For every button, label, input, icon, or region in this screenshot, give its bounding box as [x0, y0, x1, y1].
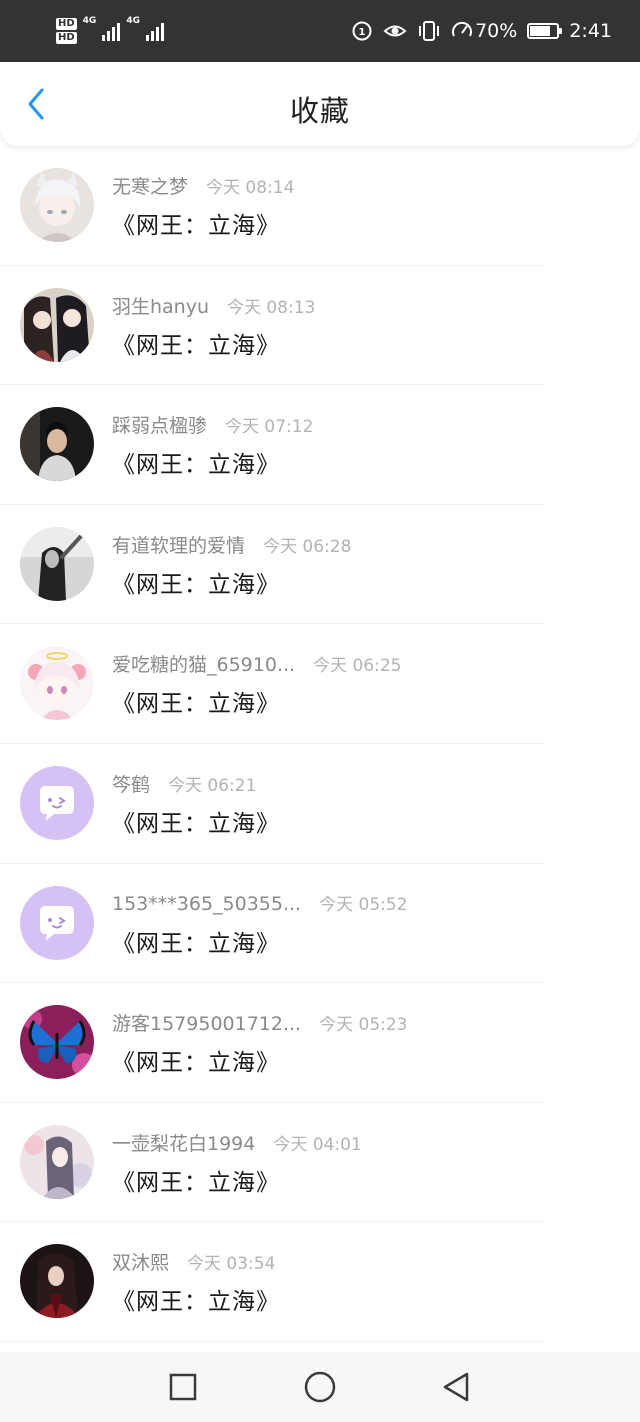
user-name[interactable]: 踩弱点楹骖 [112, 411, 207, 438]
work-title[interactable]: 《网王：立海》 [112, 1043, 280, 1077]
clock: 2:41 [569, 20, 612, 42]
avatar[interactable] [20, 287, 94, 362]
battery-icon [527, 23, 563, 39]
recents-button[interactable] [165, 1369, 201, 1405]
work-title[interactable]: 《网王：立海》 [112, 206, 280, 240]
item-meta: 羽生hanyu 今天 08:13 [112, 292, 315, 319]
list-item[interactable]: 笒鹤 今天 06:21 《网王：立海》 [0, 744, 640, 864]
divider [0, 1340, 544, 1342]
list-item[interactable]: 踩弱点楹骖 今天 07:12 《网王：立海》 [0, 385, 640, 505]
user-name[interactable]: 爱吃糖的猫_65910... [112, 650, 295, 677]
work-title[interactable]: 《网王：立海》 [112, 565, 280, 599]
hd-badge-2: HD [56, 32, 77, 44]
list-item[interactable]: 153***365_50355... 今天 05:52 《网王：立海》 [0, 864, 640, 984]
list-item[interactable]: 爱吃糖的猫_65910... 今天 06:25 《网王：立海》 [0, 624, 640, 744]
network-type-2: 4G [126, 16, 140, 26]
navigation-bar [0, 1352, 640, 1422]
work-title[interactable]: 《网王：立海》 [112, 1282, 280, 1316]
status-icons: 1 70% 2:41 [351, 12, 612, 50]
timestamp: 今天 05:52 [319, 894, 408, 915]
home-button[interactable] [302, 1369, 338, 1405]
user-name[interactable]: 游客15795001712... [112, 1009, 301, 1036]
signal-bars-icon [102, 21, 121, 41]
work-title[interactable]: 《网王：立海》 [112, 804, 280, 838]
avatar[interactable] [20, 1244, 94, 1319]
eye-icon [383, 22, 407, 40]
user-name[interactable]: 一壶梨花白1994 [112, 1129, 255, 1156]
user-name[interactable]: 双沐熙 [112, 1248, 169, 1275]
avatar[interactable] [20, 765, 94, 840]
hd-badge-1: HD [56, 18, 77, 30]
work-title[interactable]: 《网王：立海》 [112, 1163, 280, 1197]
avatar[interactable] [20, 168, 94, 242]
circle-icon [304, 1371, 336, 1403]
data-saver-icon: 1 [351, 20, 373, 42]
item-meta: 爱吃糖的猫_65910... 今天 06:25 [112, 650, 401, 677]
timestamp: 今天 04:01 [273, 1134, 362, 1155]
status-bar: HD HD 4G 4G 1 70% 2:41 [0, 0, 640, 62]
avatar[interactable] [20, 1124, 94, 1199]
list-item[interactable]: 双沐熙 今天 03:54 《网王：立海》 [0, 1222, 640, 1342]
work-title[interactable]: 《网王：立海》 [112, 924, 280, 958]
work-title[interactable]: 《网王：立海》 [112, 326, 280, 360]
avatar[interactable] [20, 885, 94, 960]
user-name[interactable]: 笒鹤 [112, 770, 150, 797]
network-type-1: 4G [82, 16, 97, 26]
vibrate-icon [417, 20, 441, 42]
list-item[interactable]: 羽生hanyu 今天 08:13 《网王：立海》 [0, 266, 640, 386]
user-name[interactable]: 153***365_50355... [112, 893, 301, 915]
work-title[interactable]: 《网王：立海》 [112, 445, 280, 479]
page-title: 收藏 [289, 94, 350, 128]
item-meta: 无寒之梦 今天 08:14 [112, 172, 294, 199]
header: 收藏 [0, 62, 640, 146]
item-meta: 踩弱点楹骖 今天 07:12 [112, 411, 313, 438]
list-item[interactable]: 无寒之梦 今天 08:14 《网王：立海》 [0, 146, 640, 266]
favorites-list: 无寒之梦 今天 08:14 《网王：立海》 羽生hanyu 今天 08:13 《… [0, 146, 640, 1342]
item-meta: 153***365_50355... 今天 05:52 [112, 890, 408, 915]
timestamp: 今天 06:21 [168, 775, 257, 796]
work-title[interactable]: 《网王：立海》 [112, 684, 280, 718]
user-name[interactable]: 有道软理的爱情 [112, 531, 245, 558]
list-item[interactable]: 游客15795001712... 今天 05:23 《网王：立海》 [0, 983, 640, 1103]
nav-back-button[interactable] [438, 1369, 474, 1405]
signal-group: HD HD 4G 4G [56, 12, 164, 50]
timestamp: 今天 06:28 [263, 536, 352, 557]
avatar[interactable] [20, 526, 94, 601]
list-item[interactable]: 有道软理的爱情 今天 06:28 《网王：立海》 [0, 505, 640, 625]
user-name[interactable]: 羽生hanyu [112, 292, 209, 319]
triangle-back-icon [443, 1372, 469, 1402]
timestamp: 今天 05:23 [319, 1015, 408, 1036]
item-meta: 笒鹤 今天 06:21 [112, 770, 256, 797]
user-name[interactable]: 无寒之梦 [112, 172, 188, 199]
svg-text:1: 1 [359, 27, 366, 38]
list-item[interactable]: 一壶梨花白1994 今天 04:01 《网王：立海》 [0, 1103, 640, 1223]
item-meta: 双沐熙 今天 03:54 [112, 1248, 275, 1275]
avatar[interactable] [20, 1005, 94, 1080]
hd-indicators: HD HD [56, 18, 77, 44]
timestamp: 今天 06:25 [313, 656, 402, 677]
timestamp: 今天 08:13 [227, 297, 316, 318]
avatar[interactable] [20, 407, 94, 482]
item-meta: 有道软理的爱情 今天 06:28 [112, 531, 351, 558]
item-meta: 游客15795001712... 今天 05:23 [112, 1009, 408, 1036]
timestamp: 今天 07:12 [225, 417, 314, 438]
battery-percent: 70% [475, 20, 518, 42]
speedometer-icon [451, 20, 473, 42]
square-icon [169, 1373, 197, 1401]
signal-bars-icon-2 [145, 21, 164, 41]
timestamp: 今天 03:54 [187, 1254, 276, 1275]
item-meta: 一壶梨花白1994 今天 04:01 [112, 1129, 362, 1156]
timestamp: 今天 08:14 [206, 178, 295, 198]
avatar[interactable] [20, 646, 94, 721]
